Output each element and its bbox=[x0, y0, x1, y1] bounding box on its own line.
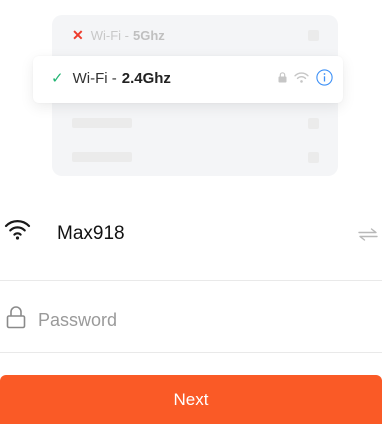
password-field[interactable] bbox=[0, 284, 382, 354]
network-band: 2.4Ghz bbox=[121, 69, 171, 87]
network-band: 5Ghz bbox=[133, 27, 165, 43]
wifi-icon bbox=[294, 72, 309, 83]
network-row-5ghz: ✕ Wi-Fi - 5Ghz bbox=[72, 26, 165, 44]
next-button[interactable]: Next bbox=[0, 375, 382, 424]
network-row-2-4ghz: ✓ Wi-Fi - 2.4Ghz bbox=[51, 69, 171, 88]
placeholder-square bbox=[308, 152, 319, 163]
divider bbox=[0, 352, 382, 353]
network-status-icons bbox=[278, 69, 333, 86]
wifi-ssid-field: Max918 bbox=[0, 200, 382, 270]
wifi-ssid-name: Max918 bbox=[57, 223, 125, 244]
divider bbox=[0, 280, 382, 281]
info-icon bbox=[316, 69, 333, 86]
lock-icon bbox=[6, 306, 26, 329]
check-icon: ✓ bbox=[51, 70, 64, 87]
placeholder-square bbox=[308, 118, 319, 129]
lock-icon bbox=[278, 72, 287, 83]
wifi-icon bbox=[4, 220, 31, 240]
network-prefix: Wi-Fi - bbox=[72, 69, 117, 87]
password-input[interactable] bbox=[38, 306, 338, 334]
placeholder-bar bbox=[72, 152, 132, 162]
network-prefix: Wi-Fi - bbox=[90, 27, 129, 43]
x-icon: ✕ bbox=[72, 26, 84, 43]
placeholder-bar bbox=[72, 118, 132, 128]
network-card-2-4ghz: ✓ Wi-Fi - 2.4Ghz bbox=[33, 56, 343, 103]
switch-network-icon[interactable] bbox=[358, 228, 378, 241]
placeholder-square bbox=[308, 30, 319, 41]
